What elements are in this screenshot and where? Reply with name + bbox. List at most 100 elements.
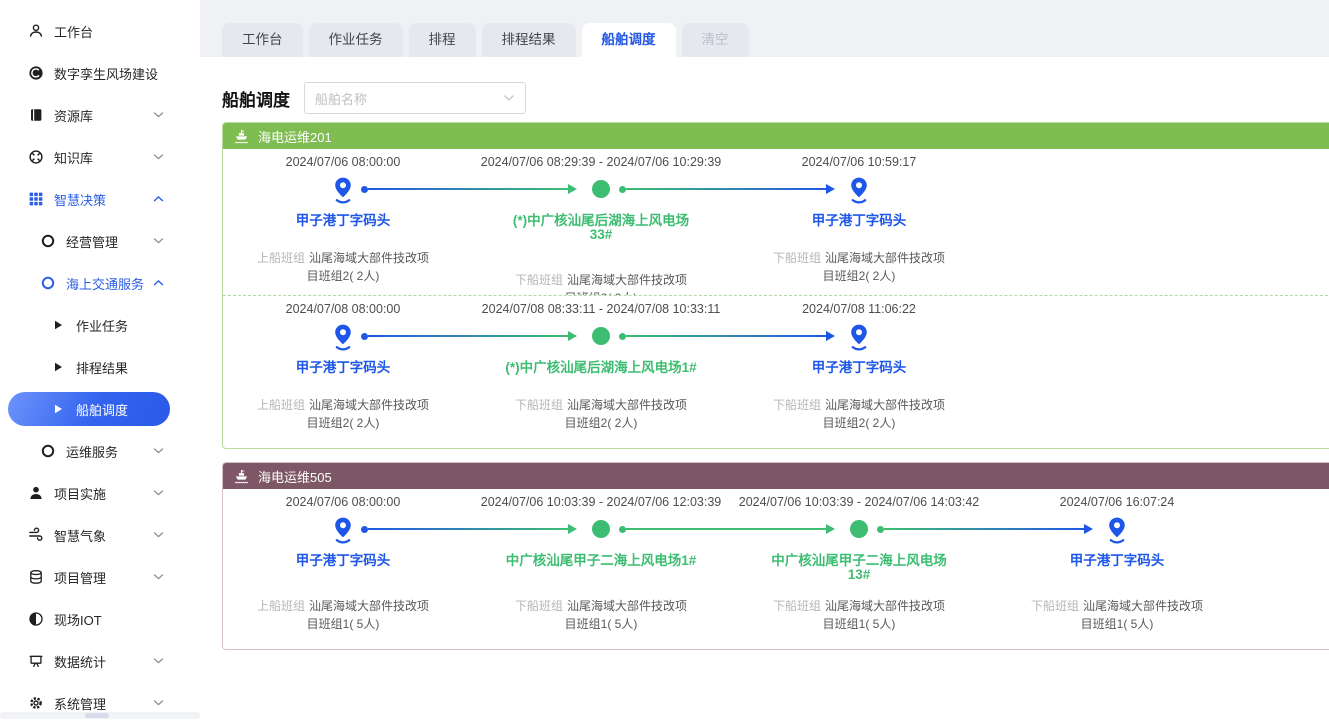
port-pin-icon: [847, 323, 871, 351]
voyage-stop: 2024/07/08 11:06:22 甲子港丁字码头 下船班组汕尾海域大部件技…: [719, 296, 999, 448]
sidebar-item-resource-library[interactable]: 资源库: [0, 94, 200, 136]
crew-entry: 上船班组汕尾海域大部件技改项目班组2( 2人): [254, 396, 432, 432]
crew-value: 汕尾海域大部件技改项目班组1( 5人): [1081, 599, 1203, 631]
wind-icon: [28, 527, 44, 543]
sidebar-item-label: 工作台: [54, 22, 93, 41]
crew-value: 汕尾海域大部件技改项目班组1( 5人): [307, 599, 429, 631]
sidebar-item-label: 智慧决策: [54, 190, 106, 209]
chevron-down-icon: [153, 448, 164, 455]
crew-label: 上船班组: [257, 251, 305, 265]
crew-info: 上船班组汕尾海域大部件技改项目班组2( 2人): [254, 249, 432, 285]
stop-time: 2024/07/08 11:06:22: [719, 302, 999, 316]
knowledge-icon: [28, 149, 44, 165]
stop-time: 2024/07/06 08:29:39 - 2024/07/06 10:29:3…: [461, 155, 741, 169]
stop-name: 甲子港丁字码头: [977, 549, 1257, 569]
page-header: 船舶调度 船舶名称: [222, 82, 526, 114]
windfarm-node: [592, 520, 610, 538]
crew-value: 汕尾海域大部件技改项目班组1( 5人): [823, 599, 945, 631]
tab-workbench[interactable]: 工作台: [222, 23, 303, 57]
sidebar-scrollbar[interactable]: [0, 712, 200, 719]
sidebar-item-marine-traffic-service[interactable]: 海上交通服务: [0, 262, 200, 304]
crew-value: 汕尾海域大部件技改项目班组2( 2人): [823, 251, 945, 283]
crew-value: 汕尾海域大部件技改项目班组2( 2人): [307, 398, 429, 430]
voyage-stop: 2024/07/06 08:29:39 - 2024/07/06 10:29:3…: [461, 149, 741, 295]
ship-card-header: 海电运维201: [223, 123, 1329, 149]
ring-icon: [40, 275, 56, 291]
sidebar-item-label: 项目实施: [54, 484, 106, 503]
ring-icon: [40, 233, 56, 249]
tab-clear[interactable]: 清空: [682, 23, 749, 57]
stop-name: 甲子港丁字码头: [719, 356, 999, 376]
stop-name: 甲子港丁字码头: [223, 549, 483, 569]
stop-time: 2024/07/06 08:00:00: [223, 495, 483, 509]
tab-ship-dispatch[interactable]: 船舶调度: [582, 23, 676, 57]
sidebar-item-knowledge-base[interactable]: 知识库: [0, 136, 200, 178]
ship-card-505: 海电运维505 2024/07/06 08:00:00 甲子港丁字码头 上船班组…: [222, 462, 1329, 650]
crew-info: 下船班组汕尾海域大部件技改项目班组2( 2人): [770, 396, 948, 432]
sidebar-item-data-statistics[interactable]: 数据统计: [0, 640, 200, 682]
chevron-up-icon: [153, 196, 164, 203]
sidebar-item-ship-dispatch[interactable]: 船舶调度: [8, 392, 170, 426]
crew-info: 下船班组汕尾海域大部件技改项目班组1( 5人): [512, 597, 690, 633]
sidebar-item-job-tasks[interactable]: 作业任务: [0, 304, 200, 346]
stop-time: 2024/07/06 08:00:00: [223, 155, 483, 169]
sidebar-item-digital-twin[interactable]: 数字孪生风场建设: [0, 52, 200, 94]
crew-label: 上船班组: [257, 599, 305, 613]
sidebar-item-label: 系统管理: [54, 694, 106, 713]
sidebar-item-om-service[interactable]: 运维服务: [0, 430, 200, 472]
voyage-stop: 2024/07/08 08:00:00 甲子港丁字码头 上船班组汕尾海域大部件技…: [223, 296, 483, 448]
ring-icon: [40, 443, 56, 459]
crew-label: 下船班组: [1031, 599, 1079, 613]
crew-entry: 下船班组汕尾海域大部件技改项目班组1( 5人): [1028, 597, 1206, 633]
sidebar-item-schedule-results[interactable]: 排程结果: [0, 346, 200, 388]
play-icon: [50, 317, 66, 333]
windfarm-node: [850, 520, 868, 538]
crew-value: 汕尾海域大部件技改项目班组1( 5人): [565, 599, 687, 631]
sidebar-nav: 工作台 数字孪生风场建设 资源库 知识库 智慧决策 经营管理: [0, 0, 200, 722]
ship-icon: [233, 128, 250, 145]
ship-card-201: 海电运维201 2024/07/06 08:00:00 甲子港丁字码头 上船班组…: [222, 122, 1329, 449]
sidebar-item-smart-weather[interactable]: 智慧气象: [0, 514, 200, 556]
sidebar-item-smart-decision[interactable]: 智慧决策: [0, 178, 200, 220]
sidebar-item-project-management[interactable]: 项目管理: [0, 556, 200, 598]
ship-name: 海电运维201: [258, 127, 332, 146]
sidebar-item-project-implementation[interactable]: 项目实施: [0, 472, 200, 514]
sidebar-item-label: 运维服务: [66, 442, 118, 461]
port-pin-icon: [331, 323, 355, 351]
digital-twin-icon: [28, 65, 44, 81]
crew-info: 上船班组汕尾海域大部件技改项目班组1( 5人): [254, 597, 432, 633]
voyage-stop: 2024/07/06 16:07:24 甲子港丁字码头 下船班组汕尾海域大部件技…: [977, 489, 1257, 649]
tab-job-tasks[interactable]: 作业任务: [309, 23, 403, 57]
gear-icon: [28, 695, 44, 711]
ship-name: 海电运维505: [258, 467, 332, 486]
sidebar-item-business-management[interactable]: 经营管理: [0, 220, 200, 262]
crew-entry: 下船班组汕尾海域大部件技改项目班组2( 2人): [512, 396, 690, 432]
iot-icon: [28, 611, 44, 627]
sidebar-item-label: 智慧气象: [54, 526, 106, 545]
play-icon: [50, 401, 66, 417]
user-icon: [28, 23, 44, 39]
stop-time: 2024/07/06 10:03:39 - 2024/07/06 14:03:4…: [719, 495, 999, 509]
crew-label: 下船班组: [515, 398, 563, 412]
crew-info: 下船班组汕尾海域大部件技改项目班组2( 2人): [770, 249, 948, 285]
tab-scheduling[interactable]: 排程: [409, 23, 476, 57]
crew-info: 下船班组汕尾海域大部件技改项目班组2( 2人): [512, 396, 690, 432]
sidebar-item-label: 数字孪生风场建设: [54, 64, 158, 83]
chevron-up-icon: [153, 280, 164, 287]
ship-name-select[interactable]: 船舶名称: [304, 82, 526, 114]
port-pin-icon: [331, 516, 355, 544]
chevron-down-icon: [153, 532, 164, 539]
chevron-down-icon: [153, 700, 164, 707]
chevron-down-icon: [503, 94, 515, 102]
tab-schedule-results[interactable]: 排程结果: [482, 23, 576, 57]
chevron-down-icon: [153, 154, 164, 161]
scrollbar-thumb[interactable]: [85, 713, 109, 718]
voyage-stop: 2024/07/06 08:00:00 甲子港丁字码头 上船班组汕尾海域大部件技…: [223, 489, 483, 649]
crew-entry: 上船班组汕尾海域大部件技改项目班组1( 5人): [254, 597, 432, 633]
chevron-down-icon: [153, 658, 164, 665]
voyage-stop: 2024/07/06 10:59:17 甲子港丁字码头 下船班组汕尾海域大部件技…: [719, 149, 999, 295]
port-pin-icon: [847, 176, 871, 204]
sidebar-item-site-iot[interactable]: 现场IOT: [0, 598, 200, 640]
sidebar-item-workbench[interactable]: 工作台: [0, 10, 200, 52]
stop-time: 2024/07/06 10:03:39 - 2024/07/06 12:03:3…: [461, 495, 741, 509]
